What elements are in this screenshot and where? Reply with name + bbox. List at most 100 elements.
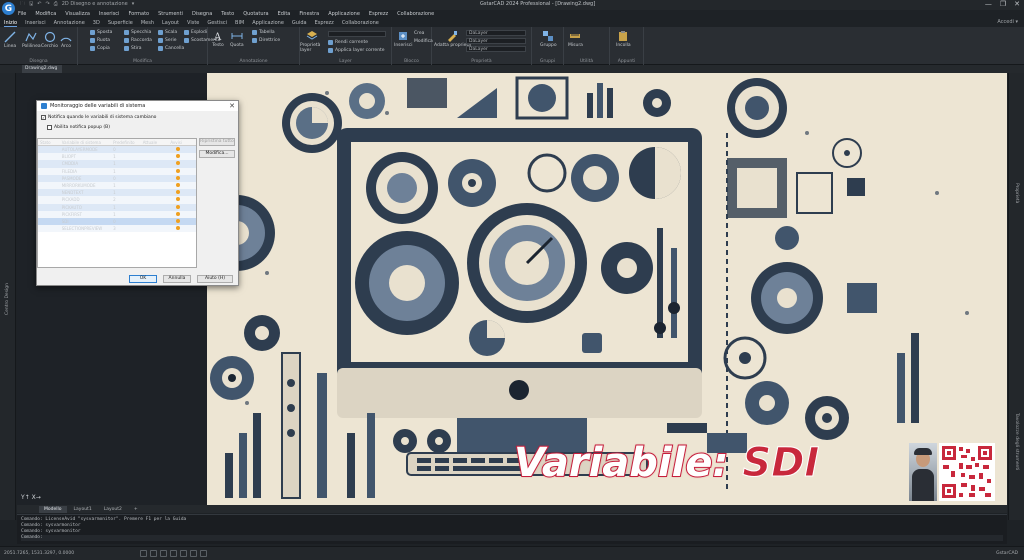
arc-tool-button[interactable]: Arco [60, 31, 72, 49]
tab-mesh[interactable]: Mesh [141, 20, 154, 26]
minimize-button[interactable]: — [985, 0, 992, 8]
menu-applicazione[interactable]: Applicazione [328, 11, 360, 17]
add-layout-button[interactable]: + [129, 506, 143, 513]
tab-viste[interactable]: Viste [187, 20, 199, 26]
table-button[interactable]: Tabella [252, 30, 275, 35]
move-button[interactable]: Sposta [90, 30, 112, 35]
close-button[interactable]: ✕ [1014, 0, 1020, 8]
col-warnings[interactable]: Avvisi [168, 140, 196, 145]
dialog-close-button[interactable]: ✕ [229, 102, 235, 110]
col-status[interactable]: Stato [38, 140, 60, 145]
edit-block-button[interactable]: Modifica [414, 39, 433, 44]
leader-button[interactable]: Direttrice [252, 38, 280, 43]
redo-icon[interactable]: ↷ [45, 1, 49, 9]
table-row[interactable]: PICKAUTO 1 [38, 203, 196, 211]
table-row[interactable]: PICKFIRST 1 [38, 210, 196, 218]
tab-inizio[interactable]: Inizio [4, 20, 18, 27]
menu-edita[interactable]: Edita [278, 11, 291, 17]
menu-quotatura[interactable]: Quotatura [243, 11, 268, 17]
tab-inserisci[interactable]: Inserisci [25, 20, 46, 26]
workspace-selector[interactable]: 2D Disegno e annotazione [62, 1, 128, 9]
ortho-icon[interactable] [160, 550, 167, 557]
table-row[interactable]: PICKADD 2 [38, 196, 196, 204]
menu-disegna[interactable]: Disegna [192, 11, 212, 17]
menu-strumenti[interactable]: Strumenti [158, 11, 183, 17]
sign-in-menu[interactable]: Accedi ▾ [997, 19, 1018, 25]
menu-file[interactable]: File [18, 11, 26, 17]
tab-guida[interactable]: Guida [292, 20, 307, 26]
color-dropdown[interactable]: DaLayer [466, 30, 526, 36]
edit-list-button[interactable]: Modifica... [199, 150, 235, 158]
measure-button[interactable]: Misura [568, 30, 583, 48]
table-row[interactable]: MIRRORKUMODE 1 [38, 181, 196, 190]
copy-button[interactable]: Copia [90, 46, 110, 51]
col-variable[interactable]: Variabile di sistema [60, 140, 111, 145]
qat-dropdown-icon[interactable]: ▾ [132, 1, 135, 9]
fillet-button[interactable]: Raccorda [124, 38, 152, 43]
tab-applicazione[interactable]: Applicazione [252, 20, 284, 26]
stretch-button[interactable]: Stira [124, 46, 141, 51]
menu-esprezz[interactable]: Esprezz [369, 11, 388, 17]
polar-icon[interactable] [170, 550, 177, 557]
notify-change-checkbox[interactable]: ✓ Notifica quando le variabili di sistem… [41, 115, 156, 120]
explode-button[interactable]: Esplodi [184, 30, 207, 35]
linetype-dropdown[interactable]: DaLayer [466, 38, 526, 44]
open-icon[interactable]: 🗀 [20, 1, 25, 9]
apply-layer-button[interactable]: Applica layer corrente [328, 48, 385, 53]
table-row[interactable]: PASMODE 0 [38, 174, 196, 182]
table-row[interactable]: NENDTEXT 1 [38, 189, 196, 197]
table-row[interactable]: AUTOLAYERMODE 0 [38, 146, 196, 154]
grid-icon[interactable] [150, 550, 157, 557]
insert-block-button[interactable]: Inserisci [394, 30, 412, 48]
lineweight-dropdown[interactable]: DaLayer [466, 46, 526, 52]
tab-bim[interactable]: BIM [235, 20, 244, 26]
tab-3d[interactable]: 3D [93, 20, 100, 26]
col-current[interactable]: Attuale [141, 140, 169, 145]
ok-button[interactable]: OK [129, 275, 157, 283]
cancel-button[interactable]: Annulla [163, 275, 191, 283]
snap-icon[interactable] [140, 550, 147, 557]
menu-inserisci[interactable]: Inserisci [99, 11, 120, 17]
lineweight-icon[interactable] [200, 550, 207, 557]
properties-panel-tab[interactable]: Proprietà [1014, 183, 1019, 203]
tab-layout2[interactable]: Layout2 [99, 506, 127, 513]
text-tool-button[interactable]: A Testo [212, 30, 224, 48]
table-row[interactable]: FILEDIA 1 [38, 167, 196, 175]
tab-annotazione[interactable]: Annotazione [54, 20, 85, 26]
popup-notify-checkbox[interactable]: Abilita notifica popup (B) [47, 125, 110, 130]
tool-palettes-panel-tab[interactable]: Tavolozze degli strumenti [1014, 413, 1019, 470]
app-logo-icon[interactable]: G [2, 2, 15, 15]
layer-dropdown[interactable] [328, 31, 386, 37]
save-icon[interactable]: 🖫 [29, 1, 33, 9]
dialog-title-bar[interactable]: Monitoraggio delle variabili di sistema [37, 101, 238, 111]
make-current-button[interactable]: Rendi corrente [328, 40, 368, 45]
help-button[interactable]: Aiuto (H) [197, 275, 233, 283]
maximize-button[interactable]: ❐ [1000, 0, 1006, 8]
tab-layout1[interactable]: Layout1 [69, 506, 97, 513]
layer-properties-button[interactable]: Proprietà layer [300, 30, 324, 53]
table-row[interactable]: SELECTIONPREVIEW 3 [38, 225, 196, 233]
menu-formato[interactable]: Formato [128, 11, 149, 17]
rotate-button[interactable]: Ruota [90, 38, 110, 43]
circle-tool-button[interactable]: Cerchio [41, 31, 58, 49]
table-row[interactable]: CMDDIA 1 [38, 160, 196, 168]
command-input[interactable]: Comando: [21, 535, 1003, 541]
group-button[interactable]: Gruppo [540, 30, 557, 48]
array-button[interactable]: Serie [158, 38, 177, 43]
line-tool-button[interactable]: Linea [4, 31, 16, 49]
menu-visualizza[interactable]: Visualizza [65, 11, 90, 17]
menu-testo[interactable]: Testo [221, 11, 234, 17]
dimension-tool-button[interactable]: Quota [230, 30, 244, 48]
menu-finestra[interactable]: Finestra [299, 11, 319, 17]
undo-icon[interactable]: ↶ [37, 1, 41, 9]
erase-button[interactable]: Cancella [158, 46, 184, 51]
reset-all-button[interactable]: Ripristina tutto [199, 138, 235, 146]
mirror-button[interactable]: Specchia [124, 30, 151, 35]
osnap-icon[interactable] [180, 550, 187, 557]
tab-model[interactable]: Modello [39, 505, 67, 513]
polyline-tool-button[interactable]: Polilinea [22, 31, 41, 49]
tab-superficie[interactable]: Superficie [108, 20, 133, 26]
otrack-icon[interactable] [190, 550, 197, 557]
table-row-selected[interactable]: SDI 0 [38, 217, 196, 226]
col-default[interactable]: Predefinito [111, 140, 141, 145]
